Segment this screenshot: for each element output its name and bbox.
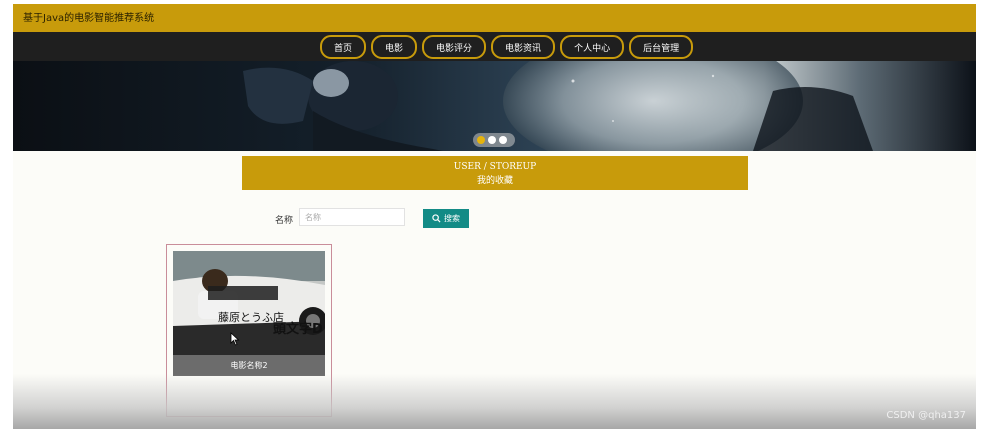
watermark-text: CSDN @qha137 (886, 410, 966, 421)
movie-title[interactable]: 电影名称2 (173, 355, 325, 376)
movie-poster[interactable]: 藤原とうふ店 頭文字D (173, 251, 325, 355)
section-title-cn: 我的收藏 (476, 176, 513, 186)
top-header-bar: 基于Java的电影智能推荐系统 (13, 4, 976, 32)
nav-item-personal-center[interactable]: 个人中心 (560, 35, 625, 59)
nav-item-admin[interactable]: 后台管理 (629, 35, 694, 59)
search-label: 名称 (275, 216, 294, 226)
section-header: USER / STOREUP 我的收藏 (242, 156, 748, 190)
favorite-card[interactable]: 藤原とうふ店 頭文字D 电影名称2 (166, 244, 332, 417)
search-button-label: 搜索 (444, 214, 460, 223)
mouse-cursor-icon (230, 332, 240, 346)
nav-item-movie-news[interactable]: 电影资讯 (491, 35, 556, 59)
search-input[interactable] (299, 208, 405, 226)
carousel-indicators (477, 136, 507, 144)
poster-logo: 頭文字D (273, 321, 323, 337)
nav-item-home[interactable]: 首页 (320, 35, 367, 59)
carousel-dot-3[interactable] (499, 136, 507, 144)
page-frame: 基于Java的电影智能推荐系统 首页 电影 电影评分 电影资讯 个人中心 后台管… (13, 4, 976, 429)
carousel-dot-2[interactable] (488, 136, 496, 144)
nav-item-movie-ratings[interactable]: 电影评分 (422, 35, 487, 59)
nav-item-movies[interactable]: 电影 (371, 35, 418, 59)
poster-image: 藤原とうふ店 頭文字D (173, 251, 325, 355)
main-nav: 首页 电影 电影评分 电影资讯 个人中心 后台管理 (13, 32, 976, 61)
site-title: 基于Java的电影智能推荐系统 (23, 13, 155, 24)
search-icon (432, 214, 441, 223)
carousel-dot-1[interactable] (477, 136, 485, 144)
section-title-en: USER / STOREUP (453, 162, 537, 172)
search-button[interactable]: 搜索 (423, 209, 469, 228)
